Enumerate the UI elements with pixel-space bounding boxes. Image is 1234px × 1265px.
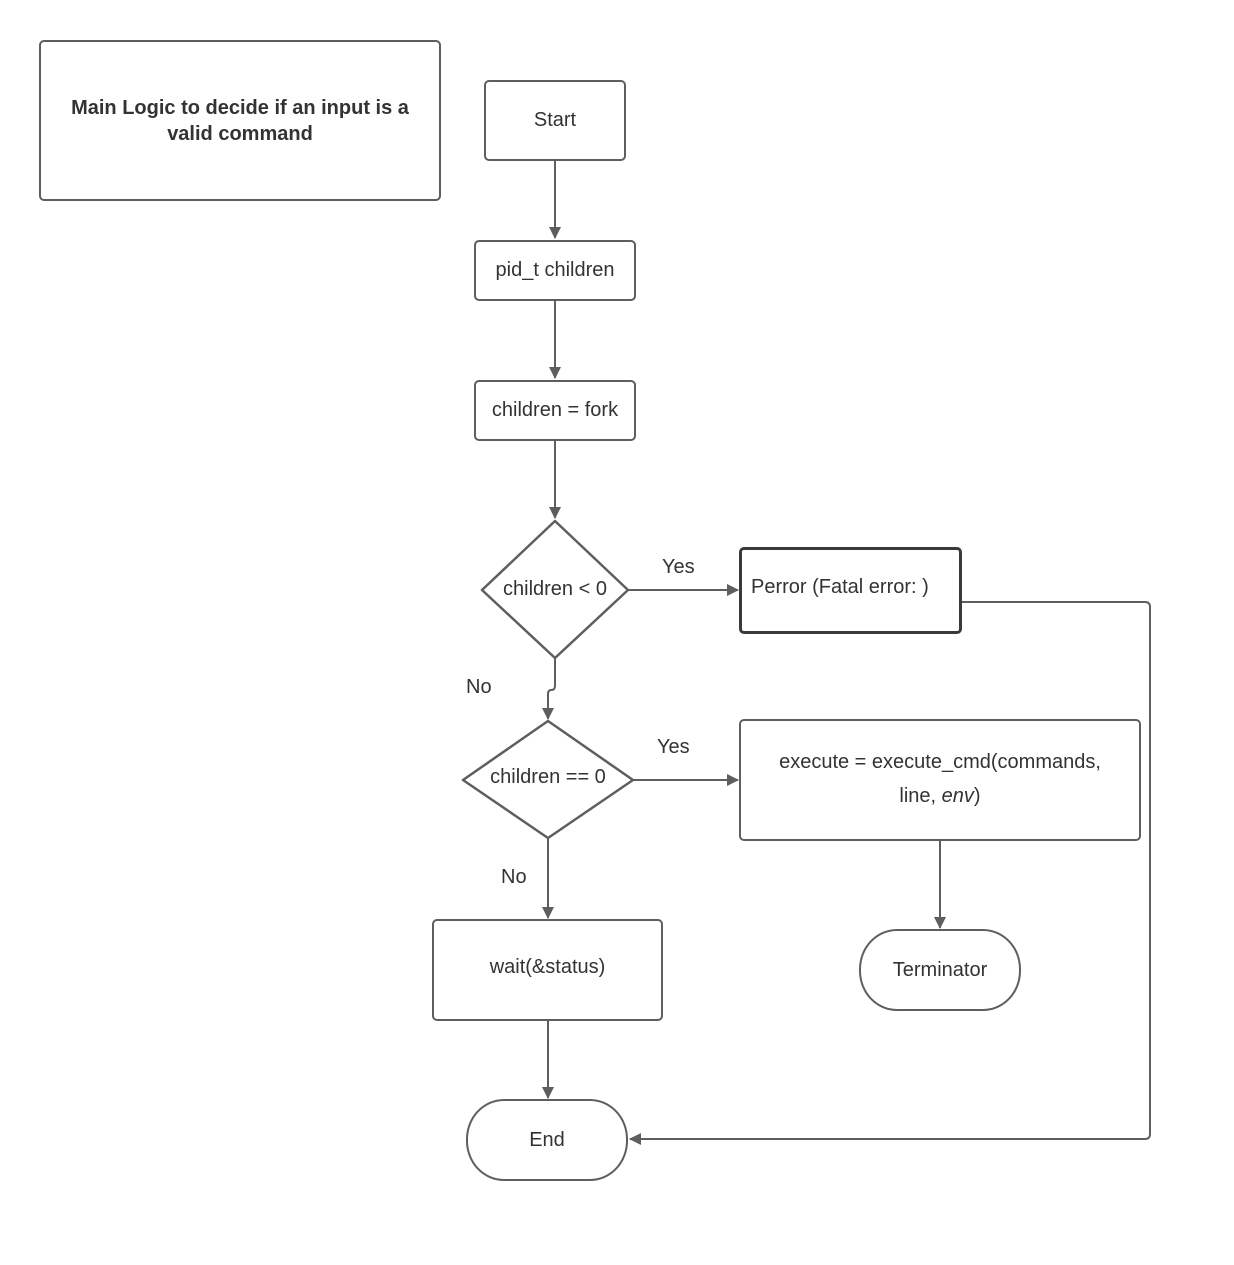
execute-arg-env: env	[941, 785, 974, 807]
edge-negative-no-to-check-zero	[542, 658, 556, 720]
diagram-title-box: Main Logic to decide if an input is a va…	[39, 40, 441, 201]
node-terminator-label: Terminator	[892, 958, 988, 981]
node-end-label: End	[529, 1128, 565, 1151]
node-start[interactable]: Start	[484, 80, 626, 161]
decision-zero-label-wrap[interactable]: children == 0	[463, 758, 633, 796]
execute-close-paren: )	[973, 785, 981, 807]
node-declare-label: pid_t children	[495, 259, 615, 281]
edge-label-negative-no: No	[466, 676, 492, 698]
diagram-title: Main Logic to decide if an input is a va…	[71, 96, 409, 145]
execute-arg-line: line,	[899, 785, 942, 807]
edge-perror-to-end	[629, 601, 1151, 1145]
edge-label-zero-yes: Yes	[657, 736, 690, 758]
node-declare-children[interactable]: pid_t children	[474, 240, 636, 301]
decision-zero-label: children == 0	[490, 765, 606, 788]
edge-label-zero-no: No	[501, 866, 527, 888]
edge-label-negative-yes: Yes	[662, 556, 695, 578]
node-execute-line1: execute = execute_cmd(commands,	[779, 751, 1101, 773]
decision-negative-label-wrap[interactable]: children < 0	[482, 570, 628, 608]
node-perror-label: Perror (Fatal error: )	[751, 576, 929, 598]
node-wait[interactable]: wait(&status)	[432, 919, 663, 1021]
node-perror[interactable]: Perror (Fatal error: )	[739, 547, 962, 634]
node-end[interactable]: End	[466, 1099, 628, 1181]
node-fork[interactable]: children = fork	[474, 380, 636, 441]
decision-negative-label: children < 0	[503, 577, 607, 600]
node-execute[interactable]: execute = execute_cmd(commands, line, en…	[739, 719, 1141, 841]
node-start-label: Start	[533, 109, 577, 131]
node-wait-label: wait(&status)	[489, 956, 606, 978]
node-terminator[interactable]: Terminator	[859, 929, 1021, 1011]
node-fork-label: children = fork	[491, 399, 619, 421]
node-execute-line2: line, env)	[899, 779, 980, 813]
